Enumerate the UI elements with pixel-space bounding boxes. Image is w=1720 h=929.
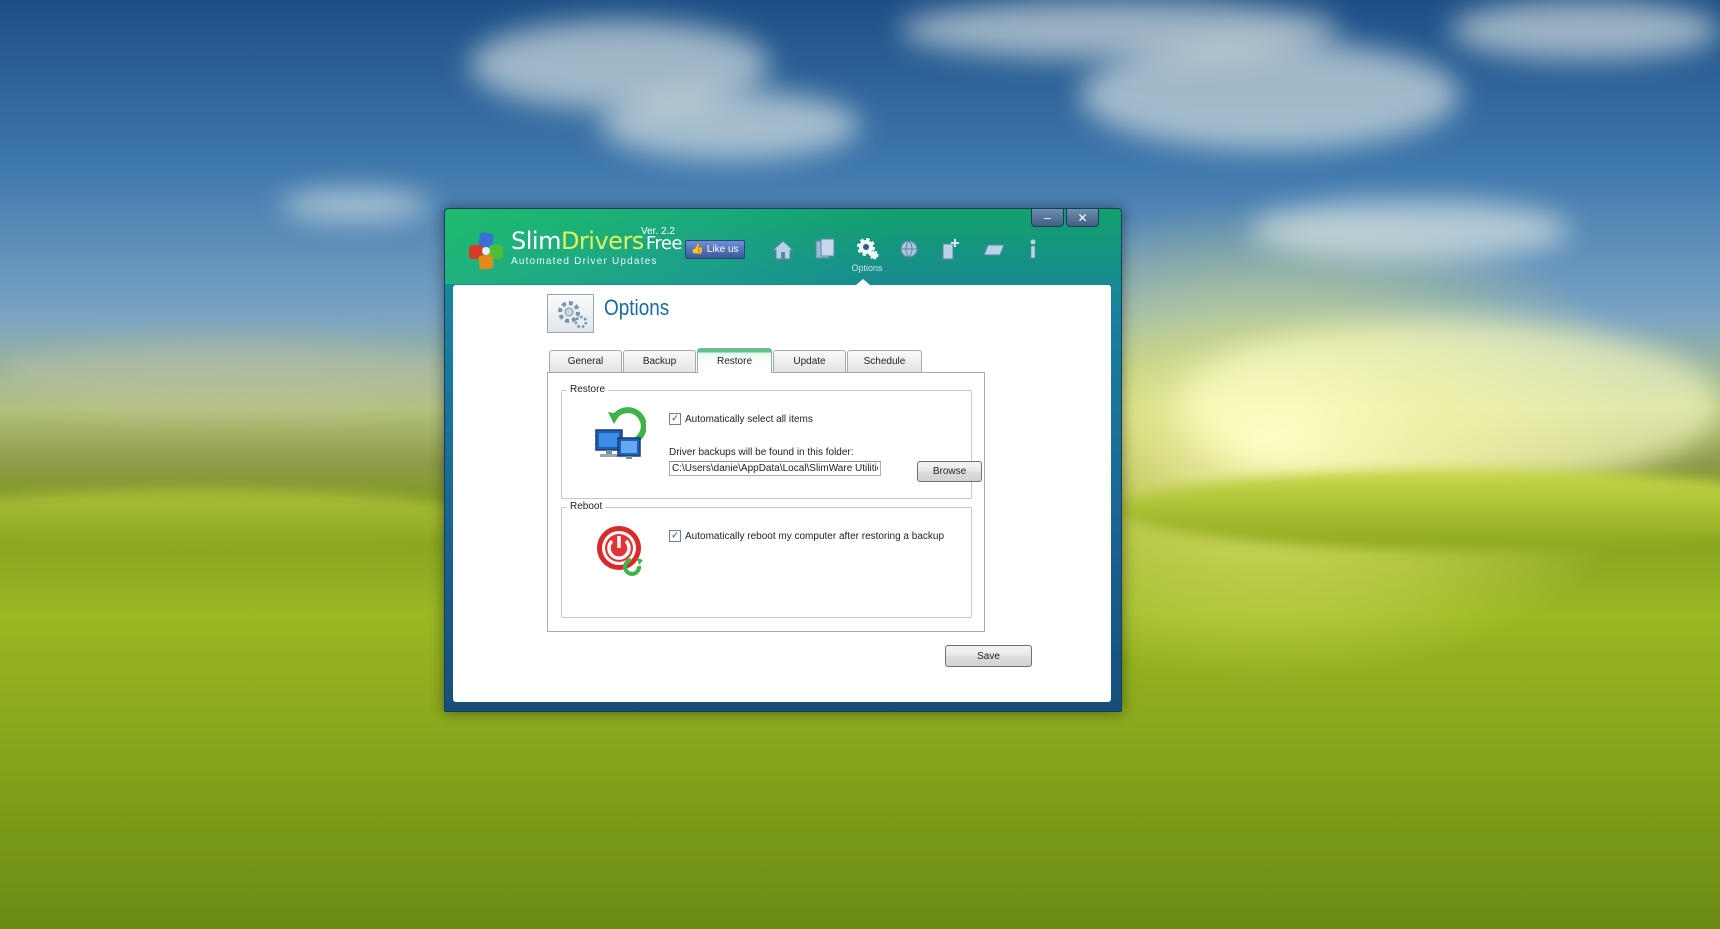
reboot-power-icon xyxy=(595,524,647,576)
reboot-group-legend: Reboot xyxy=(567,501,606,512)
brand-drivers: Drivers xyxy=(560,227,644,255)
tab-restore[interactable]: Restore xyxy=(697,348,772,373)
restore-tab-panel: Restore ✓ Automatically select all items… xyxy=(547,372,985,632)
auto-reboot-row: ✓ Automatically reboot my computer after… xyxy=(669,530,944,542)
tab-schedule[interactable]: Schedule xyxy=(847,350,922,372)
window-controls: ‒ ✕ xyxy=(1031,209,1099,227)
brand-slim: Slim xyxy=(511,227,561,255)
brand-wordmark: SlimDrivers Free Ver. 2.2 Automated Drive… xyxy=(511,226,683,267)
folder-label: Driver backups will be found in this fol… xyxy=(669,447,854,458)
nav-scan[interactable] xyxy=(805,235,845,275)
backup-folder-input[interactable] xyxy=(669,461,881,476)
nav-options[interactable]: Options xyxy=(847,235,887,275)
reboot-group: Reboot ✓ Automatically reboot my compute xyxy=(561,501,972,618)
save-button[interactable]: Save xyxy=(945,645,1032,667)
scan-icon xyxy=(815,238,835,259)
tab-general[interactable]: General xyxy=(549,350,622,372)
home-icon xyxy=(771,240,795,260)
restore-icon xyxy=(983,244,1005,256)
nav-backup[interactable] xyxy=(931,235,971,275)
like-us-label: Like us xyxy=(706,244,739,255)
version-label: Ver. 2.2 xyxy=(641,226,675,237)
auto-reboot-label: Automatically reboot my computer after r… xyxy=(685,530,945,542)
tab-backup[interactable]: Backup xyxy=(623,350,696,372)
info-icon xyxy=(1030,239,1036,259)
gear-icon xyxy=(857,238,879,260)
like-us-button[interactable]: 👍 Like us xyxy=(685,240,745,259)
auto-select-label: Automatically select all items xyxy=(685,413,813,425)
tab-update[interactable]: Update xyxy=(773,350,846,372)
restore-group-legend: Restore xyxy=(567,384,609,395)
restore-computer-icon xyxy=(592,406,647,464)
minimize-button[interactable]: ‒ xyxy=(1031,209,1064,227)
backup-icon xyxy=(942,239,959,260)
nav-restore[interactable] xyxy=(973,235,1013,275)
browse-button[interactable]: Browse xyxy=(917,461,982,482)
options-content: Options General Backup Restore Update Sc… xyxy=(453,285,1111,702)
nav-options-label: Options xyxy=(851,263,883,273)
slimdrivers-logo-icon xyxy=(467,231,507,271)
nav-info[interactable] xyxy=(1015,235,1055,275)
nav-online[interactable] xyxy=(889,235,929,275)
slimdrivers-window: ‒ ✕ SlimDrivers Free Ver. 2.2 Automated D… xyxy=(444,208,1122,712)
page-title: Options xyxy=(604,295,670,320)
brand-tagline: Automated Driver Updates xyxy=(511,256,658,267)
nav-home[interactable] xyxy=(763,235,803,275)
auto-reboot-checkbox[interactable]: ✓ xyxy=(669,530,681,542)
auto-select-checkbox[interactable]: ✓ xyxy=(669,413,681,425)
thumbs-up-icon: 👍 xyxy=(691,244,704,255)
globe-icon xyxy=(900,240,918,258)
auto-select-row: ✓ Automatically select all items xyxy=(669,413,813,425)
options-page-icon xyxy=(547,294,594,333)
close-button[interactable]: ✕ xyxy=(1066,209,1099,227)
restore-group: Restore ✓ Automatically select all items… xyxy=(561,384,982,499)
